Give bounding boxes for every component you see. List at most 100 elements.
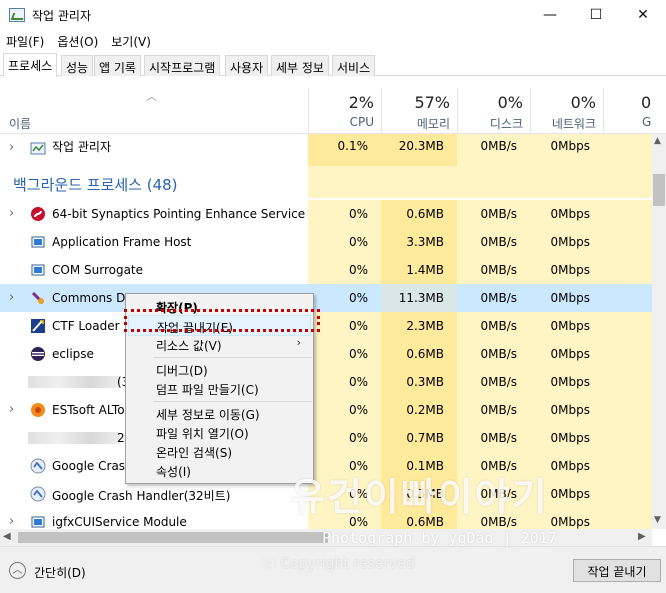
cpu-value: 0% bbox=[308, 396, 381, 424]
minimize-button[interactable]: — bbox=[527, 0, 573, 30]
column-memory[interactable]: 57% 메모리 bbox=[381, 88, 457, 134]
vertical-scroll-thumb[interactable] bbox=[653, 174, 665, 206]
cpu-value: 0.1% bbox=[308, 134, 381, 166]
gpu-value bbox=[603, 368, 652, 396]
chevron-right-icon[interactable]: › bbox=[9, 206, 14, 221]
cpu-value: 0% bbox=[348, 291, 368, 305]
task-manager-icon bbox=[30, 142, 46, 155]
menu-item-debug[interactable]: 디버그(D) bbox=[156, 362, 208, 379]
column-network[interactable]: 0% 네트워크 bbox=[530, 88, 603, 134]
menu-item-resource-values[interactable]: 리소스 값(V) bbox=[156, 337, 222, 354]
tab-details[interactable]: 세부 정보 bbox=[271, 55, 329, 76]
process-name: Application Frame Host bbox=[52, 235, 192, 249]
memory-value: 3.3MB bbox=[381, 228, 457, 256]
fewer-details-link[interactable]: 간단히(D) bbox=[34, 564, 86, 581]
table-row[interactable]: (3 0% 0.3MB 0MB/s 0Mbps bbox=[0, 368, 652, 396]
context-menu: 확장(P) 작업 끝내기(E) 리소스 값(V) › 디버그(D) 덤프 파일 … bbox=[125, 293, 314, 484]
tab-services[interactable]: 서비스 bbox=[332, 55, 376, 76]
gpu-value bbox=[603, 424, 652, 452]
table-row[interactable]: 2 0% 0.7MB 0MB/s 0Mbps bbox=[0, 424, 652, 452]
table-row-selected[interactable]: › Commons Da 0% 11.3MB 0MB/s 0Mbps bbox=[0, 284, 652, 312]
column-disk[interactable]: 0% 디스크 bbox=[457, 88, 530, 134]
disk-value: 0MB/s bbox=[457, 134, 530, 166]
horizontal-scroll-thumb[interactable] bbox=[18, 532, 328, 543]
scroll-right-arrow-icon[interactable]: ▶ bbox=[638, 531, 646, 542]
submenu-arrow-icon: › bbox=[296, 336, 301, 349]
table-row[interactable]: CTF Loader 0% 2.3MB 0MB/s 0Mbps bbox=[0, 312, 652, 340]
process-name: Google Crash bbox=[52, 459, 133, 473]
tab-startup[interactable]: 시작프로그램 bbox=[144, 55, 221, 76]
table-row[interactable]: eclipse 0% 0.6MB 0MB/s 0Mbps bbox=[0, 340, 652, 368]
tab-strip: 프로세스 성능 앱 기록 시작프로그램 사용자 세부 정보 서비스 bbox=[0, 53, 666, 77]
memory-value: 0.6MB bbox=[381, 200, 457, 228]
menu-separator bbox=[154, 357, 312, 358]
process-name: Google Crash Handler(32비트) bbox=[52, 489, 231, 503]
commons-daemon-icon bbox=[31, 291, 45, 305]
network-value: 0Mbps bbox=[530, 312, 603, 340]
table-row[interactable]: › 작업 관리자 0.1% 20.3MB 0MB/s 0Mbps bbox=[0, 134, 652, 166]
menu-separator bbox=[154, 401, 312, 402]
ctf-loader-icon bbox=[31, 319, 45, 333]
menu-item-go-to-details[interactable]: 세부 정보로 이동(G) bbox=[156, 406, 260, 423]
window-app-icon bbox=[31, 236, 45, 248]
gpu-value bbox=[603, 228, 652, 256]
tab-app-history[interactable]: 앱 기록 bbox=[94, 55, 141, 76]
table-row[interactable]: › ESTsoft ALToo 0% 0.2MB 0MB/s 0Mbps bbox=[0, 396, 652, 424]
gpu-value bbox=[603, 340, 652, 368]
blurred-process-name bbox=[28, 376, 120, 388]
chevron-right-icon[interactable]: › bbox=[9, 290, 14, 305]
network-value: 0Mbps bbox=[550, 291, 590, 305]
tab-performance[interactable]: 성능 bbox=[61, 55, 94, 76]
network-value: 0Mbps bbox=[530, 256, 603, 284]
window-title: 작업 관리자 bbox=[32, 9, 92, 23]
scroll-up-arrow-icon[interactable]: ▲ bbox=[654, 136, 661, 146]
memory-value: 2.3MB bbox=[381, 312, 457, 340]
scroll-left-arrow-icon[interactable]: ◀ bbox=[3, 531, 11, 542]
menu-view[interactable]: 보기(V) bbox=[111, 33, 151, 50]
network-value: 0Mbps bbox=[530, 368, 603, 396]
chevron-up-circle-icon[interactable]: ︿ bbox=[9, 562, 26, 579]
column-gpu[interactable]: 0% GPU bbox=[603, 88, 652, 134]
memory-value: 0.2MB bbox=[381, 396, 457, 424]
close-button[interactable]: ✕ bbox=[620, 0, 666, 30]
menu-item-search-online[interactable]: 온라인 검색(S) bbox=[156, 444, 232, 461]
group-header-background-processes: 백그라운드 프로세스 (48) bbox=[0, 166, 652, 198]
chevron-right-icon[interactable]: › bbox=[9, 402, 14, 417]
process-name: 2 bbox=[117, 431, 125, 445]
cpu-value: 0% bbox=[308, 256, 381, 284]
cpu-value: 0% bbox=[308, 312, 381, 340]
end-task-button[interactable]: 작업 끝내기 bbox=[573, 559, 661, 582]
menu-item-open-file-location[interactable]: 파일 위치 열기(O) bbox=[156, 425, 249, 442]
tab-users[interactable]: 사용자 bbox=[225, 55, 269, 76]
table-row[interactable]: Application Frame Host 0% 3.3MB 0MB/s 0M… bbox=[0, 228, 652, 256]
maximize-button[interactable]: ☐ bbox=[573, 0, 619, 30]
chevron-right-icon[interactable]: › bbox=[9, 140, 14, 155]
cpu-value: 0% bbox=[308, 368, 381, 396]
table-row[interactable]: COM Surrogate 0% 1.4MB 0MB/s 0Mbps bbox=[0, 256, 652, 284]
menu-bar: 파일(F) 옵션(O) 보기(V) bbox=[0, 30, 666, 52]
disk-value: 0MB/s bbox=[457, 200, 530, 228]
menu-item-properties[interactable]: 속성(I) bbox=[156, 463, 191, 480]
menu-item-end-task[interactable]: 작업 끝내기(E) bbox=[128, 315, 311, 336]
scroll-down-arrow-icon[interactable]: ▼ bbox=[654, 515, 661, 525]
watermark-credit: Photograph by ygDad | 2017 bbox=[322, 529, 557, 547]
memory-value: 0.7MB bbox=[381, 424, 457, 452]
process-name: COM Surrogate bbox=[52, 263, 144, 277]
column-name[interactable]: 이름 bbox=[9, 115, 31, 132]
menu-file[interactable]: 파일(F) bbox=[6, 33, 44, 50]
tab-processes[interactable]: 프로세스 bbox=[3, 53, 58, 77]
memory-value: 0.6MB bbox=[381, 340, 457, 368]
gpu-value bbox=[603, 480, 652, 508]
table-row[interactable]: › 64-bit Synaptics Pointing Enhance Serv… bbox=[0, 200, 652, 228]
menu-item-create-dump[interactable]: 덤프 파일 만들기(C) bbox=[156, 381, 259, 398]
vertical-scrollbar[interactable]: ▲ ▼ bbox=[652, 134, 666, 529]
menu-item-expand[interactable]: 확장(P) bbox=[156, 299, 198, 316]
column-cpu[interactable]: 2% CPU bbox=[308, 88, 381, 134]
menu-options[interactable]: 옵션(O) bbox=[57, 33, 98, 50]
network-value: 0Mbps bbox=[530, 424, 603, 452]
process-name: ESTsoft ALToo bbox=[52, 403, 132, 417]
gpu-value bbox=[603, 134, 652, 166]
cpu-value: 0% bbox=[308, 200, 381, 228]
chevron-right-icon[interactable]: › bbox=[9, 514, 14, 529]
sort-up-icon: ︿ bbox=[146, 90, 157, 103]
